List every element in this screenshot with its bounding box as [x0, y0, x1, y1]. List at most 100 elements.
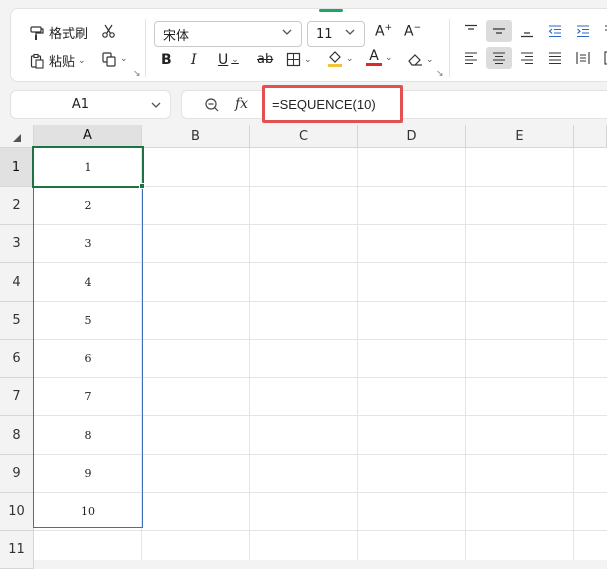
- chevron-down-icon: ⌄: [426, 54, 434, 65]
- underline-icon: U: [218, 52, 229, 68]
- gridline: [357, 148, 358, 560]
- underline-button[interactable]: U ⌄: [218, 52, 239, 68]
- cut-button[interactable]: [101, 23, 117, 39]
- row-header-1[interactable]: 1: [0, 148, 34, 187]
- copy-button[interactable]: ⌄: [101, 51, 128, 67]
- column-header-f[interactable]: [574, 125, 607, 148]
- formula-text: =SEQUENCE(10): [272, 96, 376, 112]
- align-top-button[interactable]: [458, 20, 484, 42]
- gridline: [573, 148, 574, 560]
- row-header-3[interactable]: 3: [0, 225, 34, 263]
- column-header-c[interactable]: C: [250, 125, 358, 148]
- formula-input[interactable]: =SEQUENCE(10): [262, 85, 403, 123]
- grow-font-button[interactable]: A+: [375, 23, 392, 40]
- font-dialog-launcher-icon[interactable]: ↘: [436, 69, 444, 79]
- font-color-button[interactable]: A ⌄: [366, 49, 393, 66]
- ribbon-divider: [449, 19, 450, 77]
- chevron-down-icon: ⌄: [78, 55, 86, 66]
- row-header-4[interactable]: 4: [0, 263, 34, 302]
- align-right-button[interactable]: [514, 47, 540, 69]
- strikethrough-icon: ab: [257, 52, 274, 67]
- italic-button[interactable]: I: [191, 52, 197, 68]
- justify-button[interactable]: [542, 47, 568, 69]
- chevron-down-icon: [281, 26, 293, 42]
- increase-indent-icon: [577, 25, 589, 38]
- justify-icon: [549, 52, 561, 65]
- chevron-down-icon: [344, 26, 356, 42]
- column-header-d[interactable]: D: [358, 125, 466, 148]
- row-header-11[interactable]: 11: [0, 531, 34, 569]
- eraser-icon: [407, 52, 423, 67]
- chevron-down-icon: ⌄: [304, 54, 312, 65]
- font-name-select[interactable]: 宋体: [154, 21, 302, 47]
- format-painter-button[interactable]: 格式刷: [29, 23, 88, 42]
- row-header-5[interactable]: 5: [0, 302, 34, 340]
- column-header-e[interactable]: E: [466, 125, 574, 148]
- scissors-icon: [101, 23, 117, 39]
- align-center-icon: [493, 52, 505, 65]
- clipboard-dialog-launcher-icon[interactable]: ↘: [133, 69, 141, 79]
- font-size-select[interactable]: 11: [307, 21, 365, 47]
- paint-bucket-icon: [327, 50, 343, 68]
- gridline: [249, 148, 250, 560]
- borders-button[interactable]: ⌄: [286, 52, 312, 67]
- spreadsheet-grid[interactable]: A B C D E 1 2 3 4 5 6 7 8 9 10 11 1 2 3 …: [0, 125, 607, 569]
- align-top-icon: [465, 24, 477, 30]
- align-middle-button[interactable]: [486, 20, 512, 42]
- active-cell-border: [32, 146, 144, 188]
- align-bottom-icon: [521, 32, 533, 38]
- format-painter-icon: [29, 25, 45, 41]
- shrink-font-icon: A−: [404, 23, 422, 40]
- active-tab-indicator: [319, 9, 343, 12]
- decrease-indent-icon: [548, 25, 561, 38]
- chevron-down-icon: ⌄: [346, 54, 354, 64]
- borders-icon: [286, 52, 301, 67]
- clipboard-icon: [29, 53, 45, 69]
- wrap-text-button[interactable]: [598, 20, 607, 42]
- row-header-2[interactable]: 2: [0, 187, 34, 225]
- strikethrough-button[interactable]: ab: [257, 52, 273, 67]
- spill-range-border: [33, 147, 143, 528]
- gridline: [34, 530, 607, 531]
- align-center-button[interactable]: [486, 47, 512, 69]
- select-all-corner[interactable]: [0, 125, 34, 148]
- column-header-a[interactable]: A: [34, 125, 142, 148]
- align-left-button[interactable]: [458, 47, 484, 69]
- fill-handle[interactable]: [139, 183, 145, 189]
- paste-button[interactable]: 粘贴 ⌄: [29, 51, 86, 70]
- row-header-6[interactable]: 6: [0, 340, 34, 378]
- copy-icon: [101, 51, 117, 67]
- row-header-8[interactable]: 8: [0, 416, 34, 455]
- align-right-icon: [521, 52, 533, 65]
- gridline: [465, 148, 466, 560]
- grow-font-icon: A+: [375, 23, 393, 40]
- decrease-indent-button[interactable]: [542, 20, 568, 42]
- name-box-value: A1: [71, 97, 90, 112]
- row-header-7[interactable]: 7: [0, 378, 34, 416]
- chevron-down-icon: ⌄: [231, 55, 239, 65]
- shrink-font-button[interactable]: A−: [404, 23, 421, 40]
- font-name-value: 宋体: [163, 28, 190, 44]
- ribbon-toolbar: 格式刷 粘贴 ⌄ ⌄ ↘ 宋体 11 A+ A− B I U ⌄ ab ⌄ ⌄ …: [10, 8, 607, 82]
- column-header-b[interactable]: B: [142, 125, 250, 148]
- align-middle-icon: [493, 28, 505, 34]
- italic-icon: I: [191, 52, 197, 68]
- zoom-formula-icon[interactable]: [204, 97, 220, 117]
- distributed-align-button[interactable]: [570, 47, 596, 69]
- paste-label: 粘贴: [49, 55, 76, 70]
- increase-indent-button[interactable]: [570, 20, 596, 42]
- fill-color-button[interactable]: ⌄: [327, 50, 354, 68]
- ribbon-divider: [145, 19, 146, 77]
- clear-format-button[interactable]: ⌄: [407, 52, 434, 67]
- function-icon[interactable]: fx: [235, 96, 248, 112]
- merge-cells-button[interactable]: [598, 47, 607, 69]
- row-header-9[interactable]: 9: [0, 455, 34, 493]
- chevron-down-icon: ⌄: [385, 53, 393, 63]
- chevron-down-icon: [151, 102, 161, 108]
- align-left-icon: [465, 52, 477, 65]
- bold-button[interactable]: B: [161, 52, 172, 68]
- align-bottom-button[interactable]: [514, 20, 540, 42]
- row-header-10[interactable]: 10: [0, 493, 34, 531]
- distributed-align-icon: [576, 52, 590, 64]
- name-box[interactable]: A1: [10, 90, 171, 119]
